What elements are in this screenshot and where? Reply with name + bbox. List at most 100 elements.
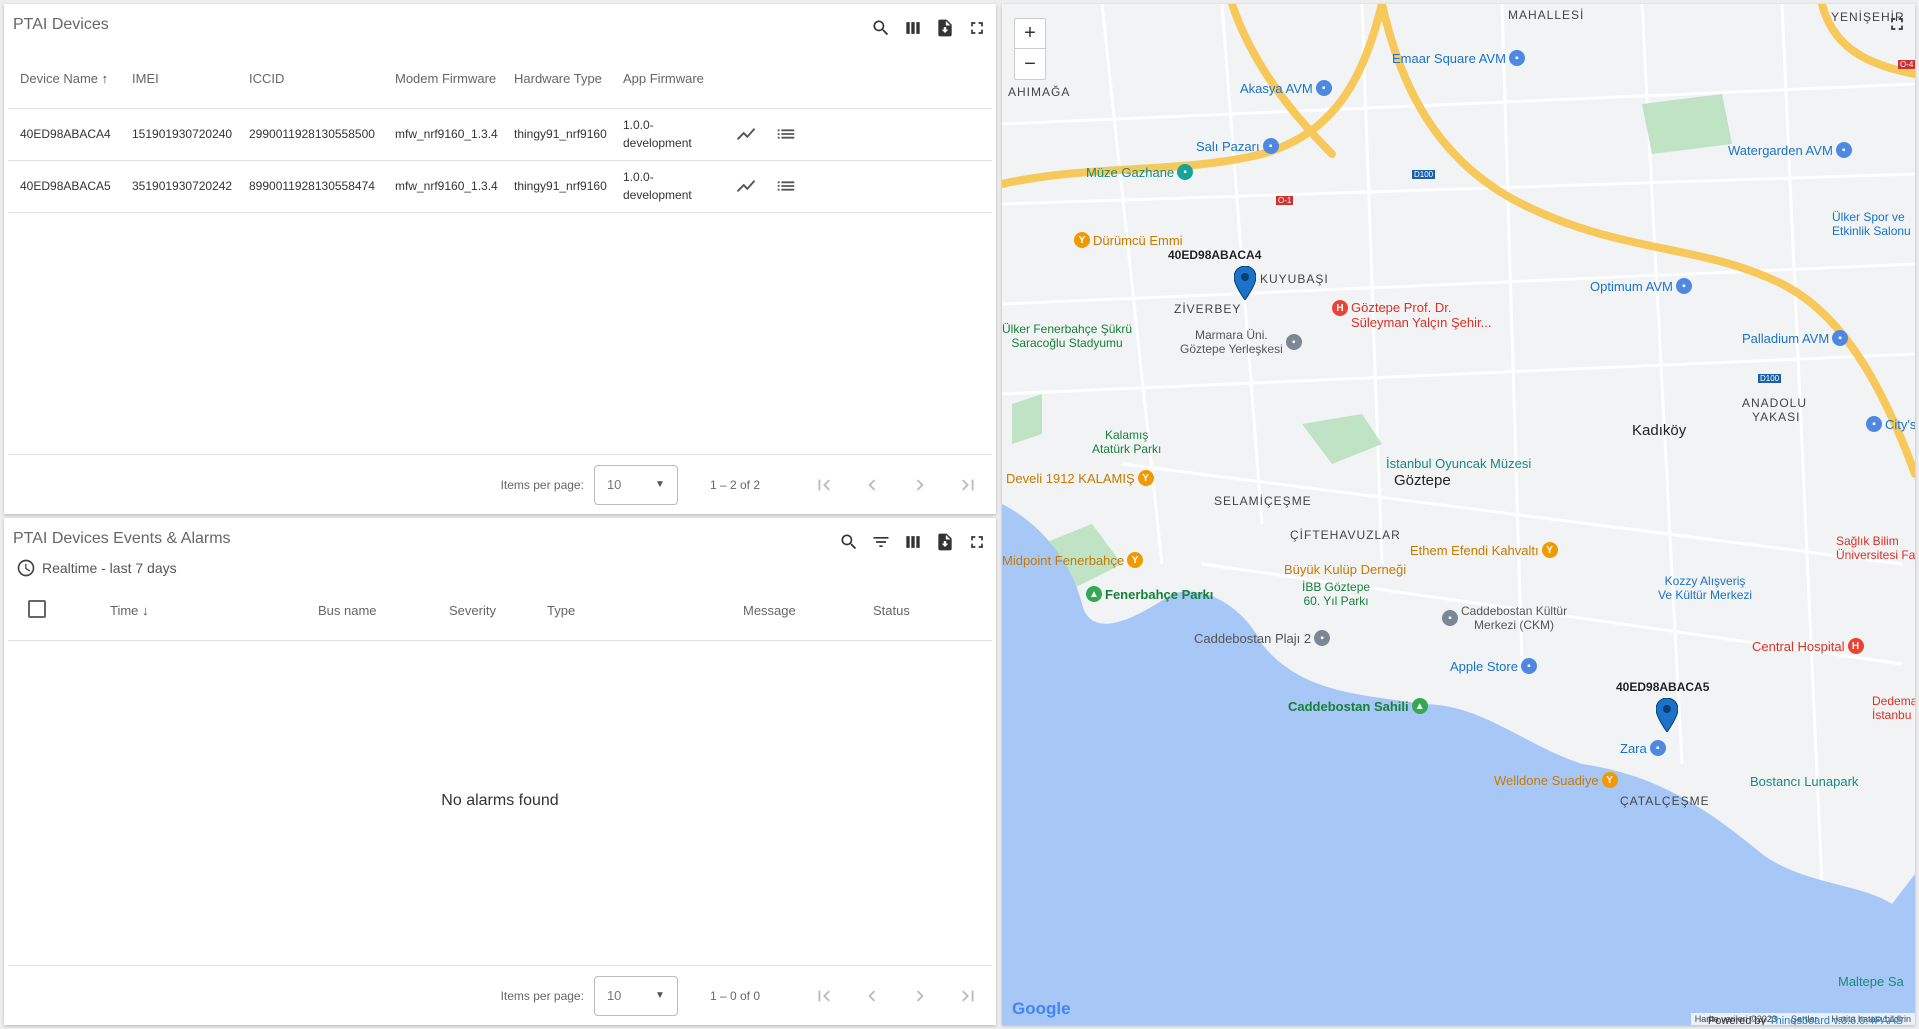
chart-icon[interactable] (723, 160, 763, 213)
park-icon: ▲ (1411, 698, 1428, 714)
page-size-select[interactable]: 10 ▼ (593, 464, 678, 505)
poi-park[interactable]: Caddebostan Sahili ▲ (1288, 698, 1428, 714)
poi-hotel[interactable]: Dedema İstanbu (1872, 694, 1915, 722)
poi-museum[interactable]: İstanbul Oyuncak Müzesi (1386, 456, 1531, 471)
poi-hospital[interactable]: Sağlık Bilim Üniversitesi Fa (1836, 534, 1915, 562)
first-page-icon[interactable] (800, 465, 848, 505)
hospital-icon: H (1847, 638, 1864, 654)
col-message[interactable]: Message (731, 582, 861, 641)
poi-venue[interactable]: Ülker Spor ve Etkinlik Salonu (1832, 210, 1911, 238)
col-type[interactable]: Type (535, 582, 731, 641)
district-label: ZİVERBEY (1174, 302, 1242, 316)
details-icon[interactable] (763, 108, 803, 161)
col-imei[interactable]: IMEI (120, 50, 237, 109)
table-row[interactable]: 40ED98ABACA5 351901930720242 89900119281… (8, 160, 992, 213)
poi-venue[interactable]: Bostancı Lunapark (1750, 774, 1858, 789)
poi-venue[interactable]: Maltepe Sa (1838, 974, 1904, 989)
col-app-firmware[interactable]: App Firmware (611, 50, 723, 109)
last-page-icon[interactable] (944, 976, 992, 1016)
prev-page-icon[interactable] (848, 465, 896, 505)
poi-park[interactable]: ▲ Fenerbahçe Parkı (1086, 586, 1213, 602)
alarms-widget-title: PTAI Devices Events & Alarms (13, 530, 231, 547)
poi-shopping[interactable]: Optimum AVM ▪ (1590, 278, 1692, 294)
district-label: Kadıköy (1632, 422, 1687, 439)
prev-page-icon[interactable] (848, 976, 896, 1016)
timewindow[interactable]: Realtime - last 7 days (16, 558, 177, 578)
poi-restaurant[interactable]: Y Dürümcü Emmi (1074, 232, 1183, 248)
next-page-icon[interactable] (896, 976, 944, 1016)
columns-icon[interactable] (902, 531, 924, 553)
restaurant-icon: Y (1137, 470, 1154, 486)
poi-shopping[interactable]: Salı Pazarı ▪ (1196, 138, 1279, 154)
details-icon[interactable] (763, 160, 803, 213)
col-iccid[interactable]: ICCID (237, 50, 383, 109)
restaurant-icon: Y (1127, 552, 1144, 568)
first-page-icon[interactable] (800, 976, 848, 1016)
poi-restaurant[interactable]: Midpoint Fenerbahçe Y (1002, 552, 1144, 568)
thingsboard-link[interactable]: Thingsboard v.3.6.0.4PAAS (1769, 1015, 1903, 1025)
iccid-cell: 8990011928130558474 (237, 160, 383, 213)
zoom-control: + − (1014, 18, 1046, 80)
search-icon[interactable] (870, 17, 892, 39)
poi-shopping[interactable]: Zara ▪ (1620, 740, 1666, 756)
fullscreen-icon[interactable] (966, 531, 988, 553)
poi-shopping[interactable]: ▪ City's (1866, 416, 1915, 432)
sort-desc-icon: ↓ (142, 603, 149, 619)
next-page-icon[interactable] (896, 465, 944, 505)
poi-shopping[interactable]: Watergarden AVM ▪ (1728, 142, 1852, 158)
road-shield: O-4 (1898, 60, 1915, 69)
poi-venue[interactable]: Büyük Kulüp Derneği (1284, 562, 1406, 577)
road-shield: D100 (1412, 170, 1436, 179)
poi-shopping[interactable]: Apple Store ▪ (1450, 658, 1537, 674)
col-time[interactable]: Time ↓ (98, 582, 306, 641)
filter-icon[interactable] (870, 531, 892, 553)
alarms-paginator: Items per page: 10 ▼ 1 – 0 of 0 (8, 965, 992, 1025)
zoom-out-button[interactable]: − (1015, 49, 1045, 79)
poi-shopping[interactable]: Akasya AVM ▪ (1240, 80, 1332, 96)
search-icon[interactable] (838, 531, 860, 553)
poi-university[interactable]: Marmara Üni. Göztepe Yerleşkesi ▪ (1180, 328, 1302, 356)
zoom-in-button[interactable]: + (1015, 19, 1045, 49)
poi-beach[interactable]: Caddebostan Plajı 2 ▪ (1194, 630, 1331, 646)
map-marker[interactable] (1655, 697, 1679, 737)
device-name-cell: 40ED98ABACA4 (8, 108, 120, 161)
col-status[interactable]: Status (861, 582, 992, 641)
items-per-page-label: Items per page: (500, 988, 584, 1003)
poi-shopping[interactable]: Palladium AVM ▪ (1742, 330, 1849, 346)
table-row[interactable]: 40ED98ABACA4 151901930720240 29900119281… (8, 108, 992, 161)
poi-shopping[interactable]: Emaar Square AVM ▪ (1392, 50, 1525, 66)
poi-park[interactable]: İBB Göztepe 60. Yıl Parkı (1302, 580, 1370, 608)
poi-restaurant[interactable]: Develi 1912 KALAMIŞ Y (1006, 470, 1154, 486)
col-bus-name[interactable]: Bus name (306, 582, 437, 641)
fullscreen-icon[interactable] (966, 17, 988, 39)
col-device-name[interactable]: Device Name ↑ (8, 50, 120, 109)
poi-park[interactable]: Kalamış Atatürk Parkı (1092, 428, 1161, 456)
devices-widget-title: PTAI Devices (13, 16, 109, 33)
poi-restaurant[interactable]: Welldone Suadiye Y (1494, 772, 1618, 788)
poi-hospital[interactable]: Central Hospital H (1752, 638, 1864, 654)
poi-shopping[interactable]: Kozzy Alışveriş Ve Kültür Merkezi (1658, 574, 1752, 602)
map-marker[interactable] (1233, 265, 1257, 305)
poi-stadium[interactable]: Ülker Fenerbahçe Şükrü Saracoğlu Stadyumu (1002, 322, 1132, 350)
poi-hospital[interactable]: H Göztepe Prof. Dr. Süleyman Yalçın Şehir.… (1332, 300, 1491, 330)
devices-widget: PTAI Devices Device Name ↑ IMEI ICCID Mo… (4, 4, 996, 514)
district-label: AHIMAĞA (1008, 85, 1071, 99)
devices-header-row: Device Name ↑ IMEI ICCID Modem Firmware … (8, 50, 992, 109)
road-shield: D100 (1758, 374, 1782, 383)
page-size-select[interactable]: 10 ▼ (593, 975, 678, 1016)
poi-culture[interactable]: ▪ Caddebostan Kültür Merkezi (CKM) (1442, 604, 1567, 632)
last-page-icon[interactable] (944, 465, 992, 505)
poi-museum[interactable]: Müze Gazhane ▪ (1086, 164, 1194, 180)
map-fullscreen-icon[interactable] (1887, 14, 1907, 34)
map-widget[interactable]: MAHALLESİ YENİŞEHİR AHIMAĞA KUYUBAŞI ZİV… (1002, 4, 1915, 1025)
columns-icon[interactable] (902, 17, 924, 39)
col-modem-firmware[interactable]: Modem Firmware (383, 50, 502, 109)
poi-restaurant[interactable]: Ethem Efendi Kahvaltı Y (1410, 542, 1558, 558)
select-all-checkbox[interactable] (28, 600, 46, 619)
col-severity[interactable]: Severity (437, 582, 535, 641)
col-hardware-type[interactable]: Hardware Type (502, 50, 611, 109)
chart-icon[interactable] (723, 108, 763, 161)
export-icon[interactable] (934, 17, 956, 39)
district-label: ÇİFTEHAVUZLAR (1290, 528, 1401, 542)
export-icon[interactable] (934, 531, 956, 553)
